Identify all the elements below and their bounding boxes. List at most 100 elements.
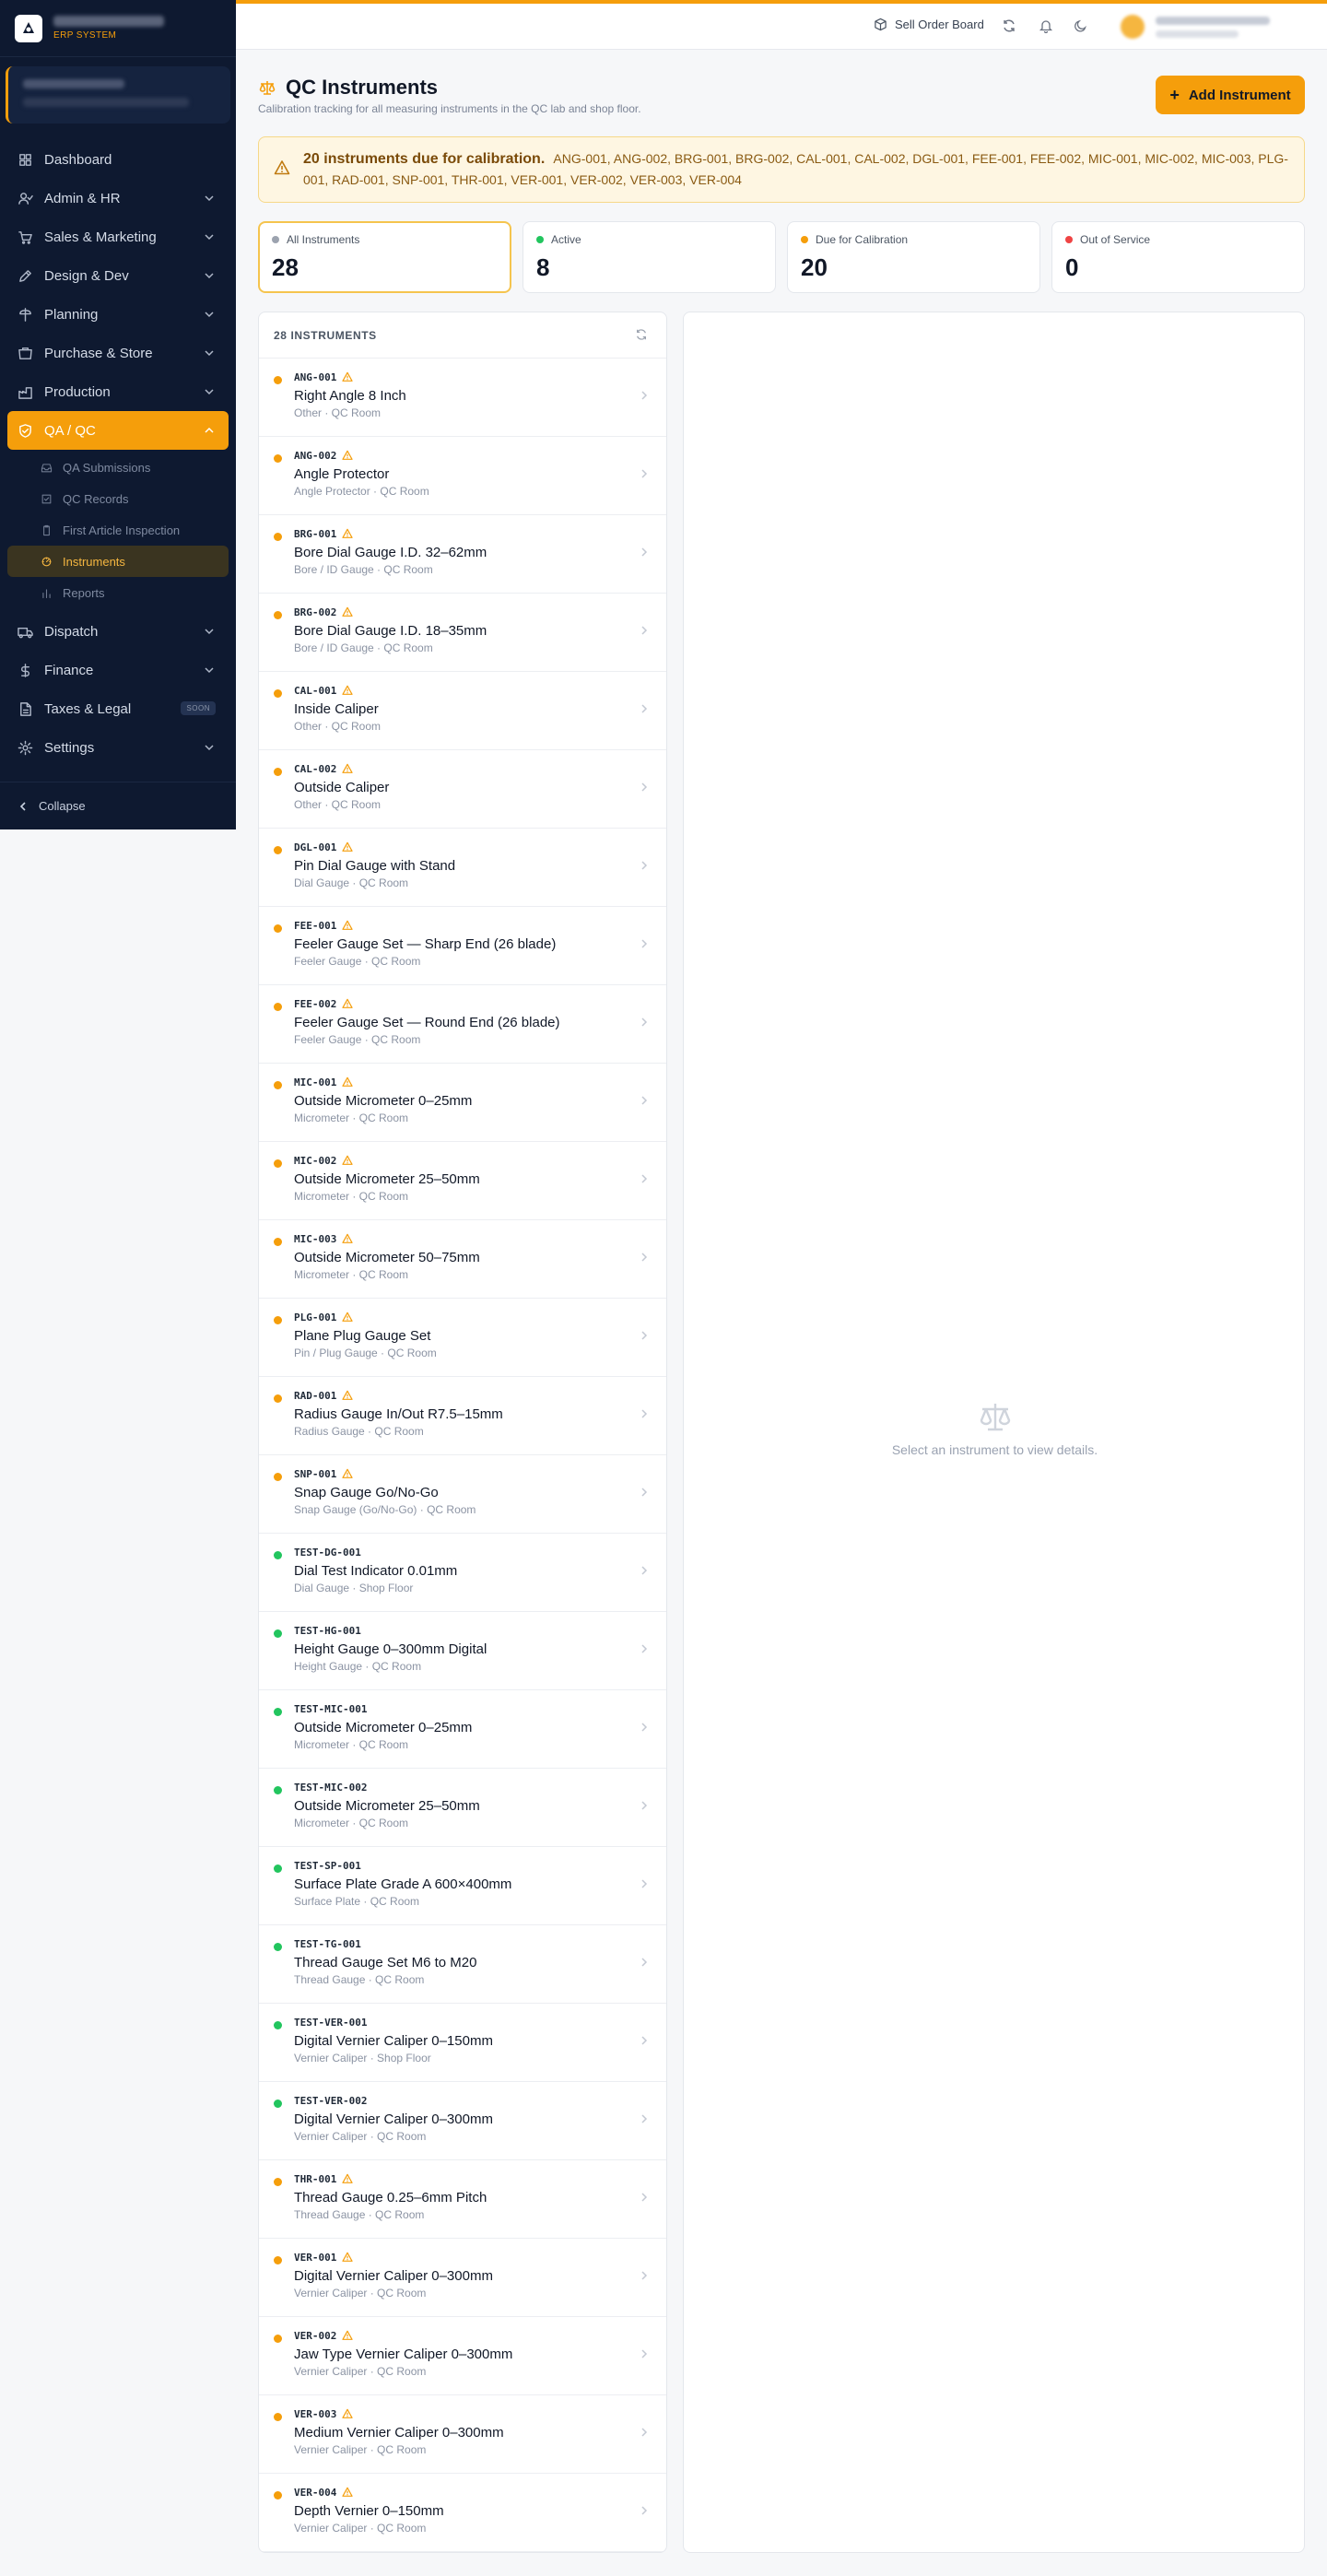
add-instrument-button[interactable]: + Add Instrument (1156, 76, 1305, 114)
users-icon (17, 190, 33, 206)
chevron-right-icon (639, 703, 650, 714)
status-dot (274, 689, 282, 698)
organization-card-redacted[interactable] (6, 66, 230, 124)
status-dot (274, 611, 282, 619)
sidebar-item-finance[interactable]: Finance (0, 651, 236, 689)
instrument-code: TEST-MIC-001 (294, 1702, 368, 1715)
instrument-row[interactable]: TEST-HG-001 Height Gauge 0–300mm Digital H… (259, 1612, 666, 1690)
instrument-row[interactable]: TEST-MIC-002 Outside Micrometer 25–50mm Mi… (259, 1769, 666, 1847)
shield-check-icon (17, 422, 33, 439)
status-dot (272, 236, 279, 243)
instrument-code: FEE-002 (294, 997, 337, 1010)
sidebar-item-planning[interactable]: Planning (0, 295, 236, 334)
sidebar-item-qa-qc[interactable]: QA / QC (7, 411, 229, 450)
instrument-name: Bore Dial Gauge I.D. 32–62mm (294, 545, 487, 560)
instrument-row[interactable]: TEST-MIC-001 Outside Micrometer 0–25mm Mic… (259, 1690, 666, 1769)
instrument-row[interactable]: RAD-001 Radius Gauge In/Out R7.5–15mm Radi… (259, 1377, 666, 1455)
instrument-code: MIC-001 (294, 1076, 337, 1088)
instrument-row[interactable]: MIC-002 Outside Micrometer 25–50mm Microme… (259, 1142, 666, 1220)
warning-icon (342, 920, 353, 931)
instrument-row[interactable]: VER-003 Medium Vernier Caliper 0–300mm Ver… (259, 2395, 666, 2474)
sidebar-item-purchase-store[interactable]: Purchase & Store (0, 334, 236, 372)
instrument-row[interactable]: CAL-001 Inside Caliper Other · QC Room (259, 672, 666, 750)
instrument-row[interactable]: TEST-TG-001 Thread Gauge Set M6 to M20 Thr… (259, 1925, 666, 2004)
bell-icon[interactable] (1038, 18, 1054, 34)
stat-label: Active (551, 233, 581, 246)
instrument-name: Bore Dial Gauge I.D. 18–35mm (294, 623, 487, 639)
instrument-row[interactable]: PLG-001 Plane Plug Gauge Set Pin / Plug Ga… (259, 1299, 666, 1377)
instrument-list-header: 28 INSTRUMENTS (259, 312, 666, 359)
chevron-right-icon (639, 1643, 650, 1654)
sidebar-item-label: Planning (44, 306, 99, 323)
instrument-row[interactable]: TEST-SP-001 Surface Plate Grade A 600×400… (259, 1847, 666, 1925)
collapse-sidebar-button[interactable]: Collapse (0, 782, 236, 829)
sidebar-item-dispatch[interactable]: Dispatch (0, 612, 236, 651)
sidebar-item-settings[interactable]: Settings (0, 728, 236, 767)
truck-icon (17, 623, 33, 640)
stat-card-due-for-calibration[interactable]: Due for Calibration 20 (787, 221, 1040, 293)
sidebar-item-admin-hr[interactable]: Admin & HR (0, 179, 236, 218)
warning-icon (342, 2487, 353, 2498)
instrument-code: TEST-VER-001 (294, 2016, 368, 2029)
instrument-row[interactable]: SNP-001 Snap Gauge Go/No-Go Snap Gauge (Go… (259, 1455, 666, 1534)
instrument-row[interactable]: BRG-001 Bore Dial Gauge I.D. 32–62mm Bore … (259, 515, 666, 594)
instrument-row[interactable]: TEST-DG-001 Dial Test Indicator 0.01mm Dia… (259, 1534, 666, 1612)
check-square-icon (41, 492, 53, 505)
page-title-text: QC Instruments (286, 76, 439, 99)
sidebar-item-label: Admin & HR (44, 190, 121, 206)
instrument-row[interactable]: THR-001 Thread Gauge 0.25–6mm Pitch Thread… (259, 2160, 666, 2239)
chevron-down-icon (203, 664, 216, 676)
warning-icon (342, 528, 353, 539)
instrument-row[interactable]: TEST-VER-002 Digital Vernier Caliper 0–30… (259, 2082, 666, 2160)
sidebar-item-label: Sales & Marketing (44, 229, 157, 245)
instrument-meta: Thread Gauge · QC Room (294, 2208, 425, 2221)
instrument-row[interactable]: MIC-003 Outside Micrometer 50–75mm Microme… (259, 1220, 666, 1299)
sidebar-item-dashboard[interactable]: Dashboard (0, 140, 236, 179)
refresh-list-icon[interactable] (635, 328, 648, 341)
chevron-right-icon (639, 1957, 650, 1968)
user-name-redacted[interactable] (1156, 17, 1270, 38)
subnav-item-first-article-inspection[interactable]: First Article Inspection (0, 514, 236, 546)
subnav-item-qc-records[interactable]: QC Records (0, 483, 236, 514)
subnav-item-reports[interactable]: Reports (0, 577, 236, 608)
instrument-name: Outside Micrometer 0–25mm (294, 1720, 473, 1735)
instrument-row[interactable]: DGL-001 Pin Dial Gauge with Stand Dial Gau… (259, 829, 666, 907)
instrument-code: RAD-001 (294, 1389, 337, 1402)
stat-card-out-of-service[interactable]: Out of Service 0 (1051, 221, 1305, 293)
instrument-row[interactable]: MIC-001 Outside Micrometer 0–25mm Micromet… (259, 1064, 666, 1142)
sidebar-item-sales-marketing[interactable]: Sales & Marketing (0, 218, 236, 256)
status-dot (274, 1316, 282, 1324)
stat-card-active[interactable]: Active 8 (523, 221, 776, 293)
chevron-up-icon (203, 424, 216, 437)
stat-card-all-instruments[interactable]: All Instruments 28 (258, 221, 511, 293)
refresh-icon[interactable] (1001, 18, 1017, 34)
warning-icon (342, 1076, 353, 1088)
instrument-row[interactable]: VER-002 Jaw Type Vernier Caliper 0–300mm V… (259, 2317, 666, 2395)
subnav-item-qa-submissions[interactable]: QA Submissions (0, 452, 236, 483)
stat-value: 20 (801, 253, 828, 281)
instrument-row[interactable]: ANG-002 Angle Protector Angle Protector · … (259, 437, 666, 515)
user-avatar[interactable] (1121, 15, 1145, 39)
instrument-row[interactable]: ANG-001 Right Angle 8 Inch Other · QC Room (259, 359, 666, 437)
chevron-right-icon (639, 2192, 650, 2203)
instrument-row[interactable]: VER-004 Depth Vernier 0–150mm Vernier Cali… (259, 2474, 666, 2552)
instrument-name: Outside Micrometer 0–25mm (294, 1093, 473, 1109)
instrument-row[interactable]: FEE-002 Feeler Gauge Set — Round End (26 … (259, 985, 666, 1064)
sidebar-item-taxes-legal[interactable]: Taxes & Legal SOON (0, 689, 236, 728)
instrument-name: Plane Plug Gauge Set (294, 1328, 431, 1344)
instrument-row[interactable]: FEE-001 Feeler Gauge Set — Sharp End (26 … (259, 907, 666, 985)
status-dot (801, 236, 808, 243)
instrument-row[interactable]: CAL-002 Outside Caliper Other · QC Room (259, 750, 666, 829)
brand[interactable]: ERP SYSTEM (0, 0, 236, 57)
instrument-row[interactable]: BRG-002 Bore Dial Gauge I.D. 18–35mm Bore … (259, 594, 666, 672)
status-dot (274, 2100, 282, 2108)
moon-icon[interactable] (1073, 18, 1089, 34)
sidebar-item-production[interactable]: Production (0, 372, 236, 411)
instrument-meta: Other · QC Room (294, 406, 382, 419)
status-dot (274, 376, 282, 384)
subnav-item-instruments[interactable]: Instruments (7, 546, 229, 577)
sidebar-item-design-dev[interactable]: Design & Dev (0, 256, 236, 295)
sell-order-board-link[interactable]: Sell Order Board (874, 18, 984, 31)
instrument-row[interactable]: TEST-VER-001 Digital Vernier Caliper 0–15… (259, 2004, 666, 2082)
instrument-row[interactable]: VER-001 Digital Vernier Caliper 0–300mm Ve… (259, 2239, 666, 2317)
